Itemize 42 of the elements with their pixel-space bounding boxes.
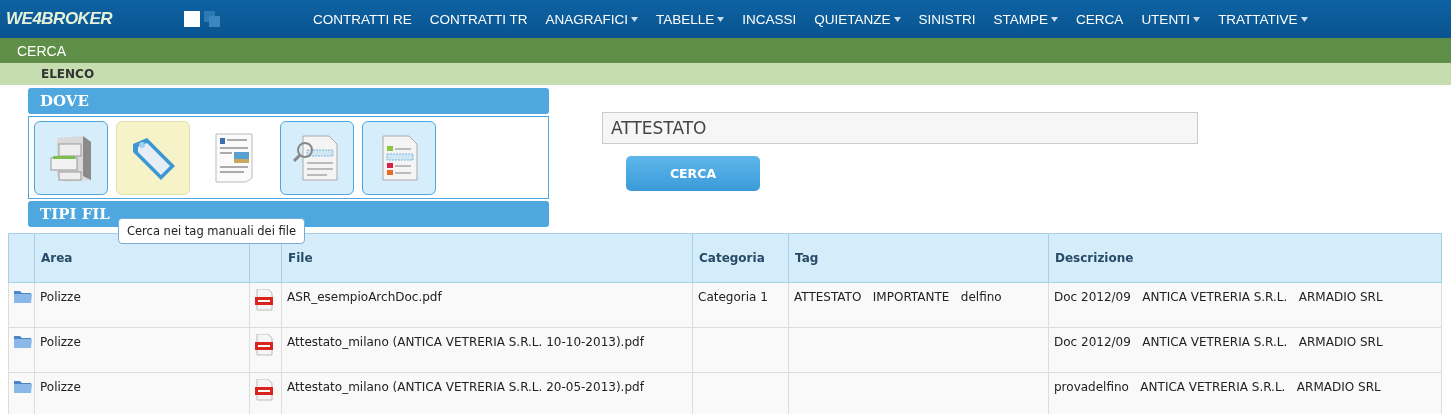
section-title: CERCA <box>17 42 66 59</box>
search-field[interactable]: ATTESTATO <box>602 112 1198 144</box>
table-cell: Doc 2012/09 ANTICA VETRERIA S.R.L. ARMADIO SRL <box>1048 327 1442 373</box>
table-cell: provadelfino ANTICA VETRERIA S.R.L. ARMADIO SRL <box>1048 372 1442 414</box>
search-scope-button[interactable] <box>34 120 108 195</box>
nav-menu-item[interactable]: CERCA <box>1067 11 1133 27</box>
folder-icon <box>14 379 32 393</box>
subsection-title: ELENCO <box>41 67 95 81</box>
table-cell[interactable]: ASR_esempioArchDoc.pdf <box>281 282 693 328</box>
table-cell: Polizze <box>34 372 250 414</box>
nav-menu-item[interactable]: ANAGRAFICI <box>536 11 647 27</box>
nav-menu-item[interactable]: SINISTRI <box>909 11 985 27</box>
nav-menu-item[interactable]: STAMPE <box>984 11 1068 27</box>
column-header: Descrizione <box>1048 233 1442 283</box>
nav-menu-item[interactable]: UTENTI <box>1132 11 1210 27</box>
pdf-file-icon <box>255 289 273 311</box>
pdf-file-icon <box>255 334 273 356</box>
windows-icon[interactable] <box>204 11 220 27</box>
search-scope-button[interactable] <box>362 120 436 195</box>
table-cell: Polizze <box>34 327 250 373</box>
nav-menu-item[interactable]: TRATTATIVE <box>1209 11 1317 27</box>
folder-icon <box>14 334 32 348</box>
folder-icon <box>14 289 32 303</box>
table-cell: ATTESTATO IMPORTANTE delfino <box>788 282 1049 328</box>
panel-title: TIPI FIL <box>40 205 110 223</box>
table-cell: Categoria 1 <box>692 282 789 328</box>
table-cell[interactable]: Attestato_milano (ANTICA VETRERIA S.R.L. 10-10-2013).pdf <box>281 327 693 373</box>
logo[interactable]: WE4BROKER <box>6 9 154 29</box>
table-cell[interactable]: Attestato_milano (ANTICA VETRERIA S.R.L. 20-05-2013).pdf <box>281 372 693 414</box>
search-scope-button[interactable] <box>280 120 354 195</box>
nav-menu-item[interactable]: TABELLE <box>647 11 734 27</box>
pdf-file-icon <box>255 379 273 401</box>
nav-menu-item[interactable]: QUIETANZE <box>805 11 910 27</box>
column-header: Categoria <box>692 233 789 283</box>
table-cell: Doc 2012/09 ANTICA VETRERIA S.R.L. ARMADIO SRL <box>1048 282 1442 328</box>
column-header: Tag <box>788 233 1049 283</box>
nav-menu-item[interactable]: CONTRATTI TR <box>420 11 537 27</box>
table-cell: Polizze <box>34 282 250 328</box>
panel-title: DOVE <box>40 92 89 110</box>
nav-menu-item[interactable]: CONTRATTI RE <box>304 11 421 27</box>
tooltip: Cerca nei tag manuali dei file <box>118 218 305 244</box>
nav-menu-item[interactable]: INCASSI <box>733 11 806 27</box>
